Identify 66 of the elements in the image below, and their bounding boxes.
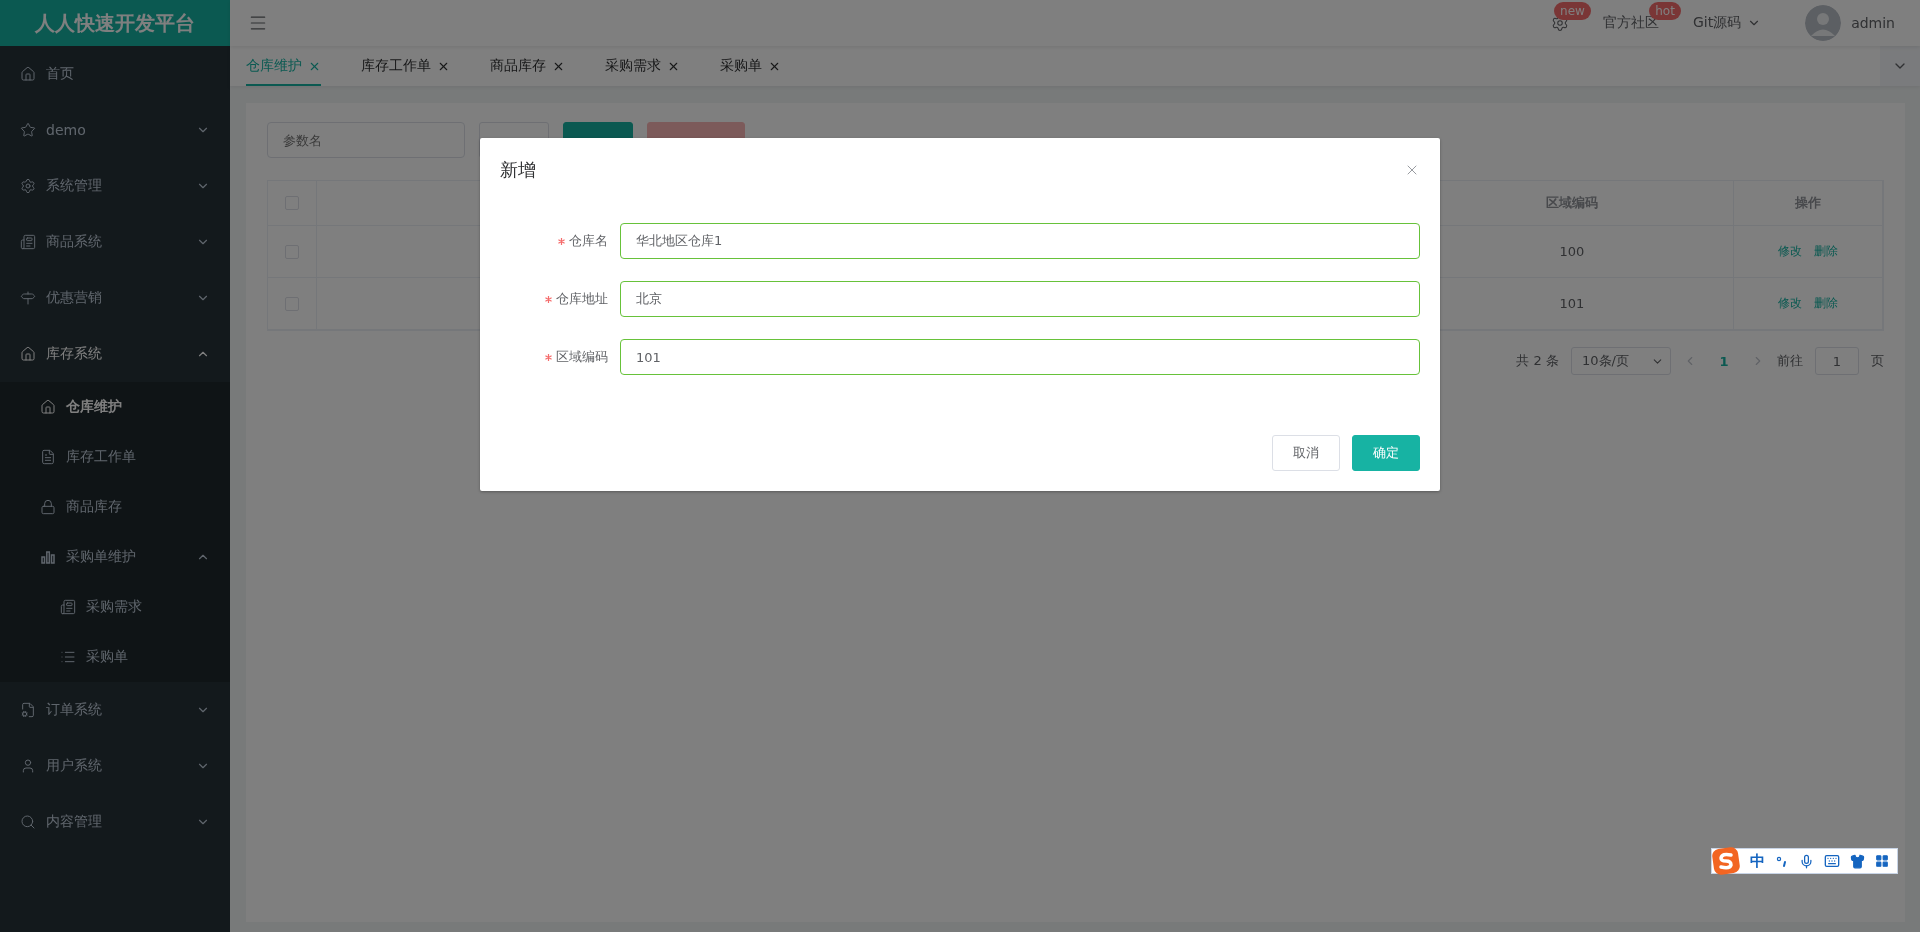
lock-icon [40,499,56,515]
input-mode[interactable]: 中 [1750,851,1765,871]
shirt-icon[interactable] [1850,853,1865,869]
menu-item[interactable]: 商品库存 [0,482,230,532]
menu-item[interactable]: demo [0,102,230,158]
menu-item[interactable]: 库存系统 [0,326,230,382]
action-link[interactable]: 修改 [1778,243,1802,260]
settings-icon [20,178,36,194]
menu-item[interactable]: 仓库维护 [0,382,230,432]
badge: new [1554,2,1591,20]
punctuation-icon[interactable] [1775,854,1789,868]
list-icon [60,649,76,665]
signpost-icon [20,290,36,306]
bar-chart-icon [40,549,56,565]
input-field[interactable]: 101 [620,339,1420,375]
menu-item[interactable]: 采购需求 [0,582,230,632]
page-input[interactable]: 1 [1815,347,1859,375]
document-icon [40,449,56,465]
menu-item[interactable]: 系统管理 [0,158,230,214]
menu-item[interactable]: 内容管理 [0,794,230,850]
menu-item[interactable]: 用户系统 [0,738,230,794]
tab[interactable]: 采购需求 [605,46,680,86]
star-icon [20,122,36,138]
input-field[interactable]: 北京 [620,281,1420,317]
page-size-select[interactable]: 10条/页 [1571,347,1671,375]
source-dropdown[interactable]: Git源码 [1692,14,1762,32]
page-number[interactable]: 1 [1709,353,1739,369]
jump-label: 前往 [1777,352,1803,370]
field-label: 区域编码 [556,348,608,366]
brand-title: 人人快速开发平台 [0,0,230,46]
action-link[interactable]: 修改 [1778,295,1802,312]
field-label: 仓库名 [569,232,608,250]
tab[interactable]: 库存工作单 [361,46,450,86]
page-unit: 页 [1871,352,1884,370]
menu-item[interactable]: 商品系统 [0,214,230,270]
dialog-title: 新增 [500,158,536,182]
menu-item[interactable]: 首页 [0,46,230,102]
tab[interactable]: 采购单 [720,46,781,86]
keyboard-icon[interactable] [1824,853,1840,869]
microphone-icon[interactable] [1799,853,1814,869]
action-link[interactable]: 删除 [1814,243,1838,260]
menu-item[interactable]: 采购单 [0,632,230,682]
menu-item[interactable]: 采购单维护 [0,532,230,582]
user-icon [20,758,36,774]
newspaper-icon [60,599,76,615]
action-link[interactable]: 删除 [1814,295,1838,312]
menu-item[interactable]: 优惠营销 [0,270,230,326]
house-icon [20,346,36,362]
house-icon [40,399,56,415]
newspaper-icon [20,234,36,250]
menu-item[interactable]: 订单系统 [0,682,230,738]
search-icon [20,814,36,830]
document-gear-icon [20,702,36,718]
dialog-button[interactable]: 确定 [1352,435,1420,471]
user-name[interactable]: admin [1851,15,1895,31]
tab[interactable]: 仓库维护 [246,46,321,86]
menu-item[interactable]: 库存工作单 [0,432,230,482]
house-icon [20,66,36,82]
ime-logo-icon[interactable] [1712,847,1740,875]
dialog-button[interactable]: 取消 [1272,435,1340,471]
field-label: 仓库地址 [556,290,608,308]
grid-icon[interactable] [1875,854,1889,868]
search-field[interactable]: 参数名 [267,122,465,158]
tab[interactable]: 商品库存 [490,46,565,86]
input-field[interactable]: 华北地区仓库1 [620,223,1420,259]
total-count: 共 2 条 [1516,352,1559,370]
